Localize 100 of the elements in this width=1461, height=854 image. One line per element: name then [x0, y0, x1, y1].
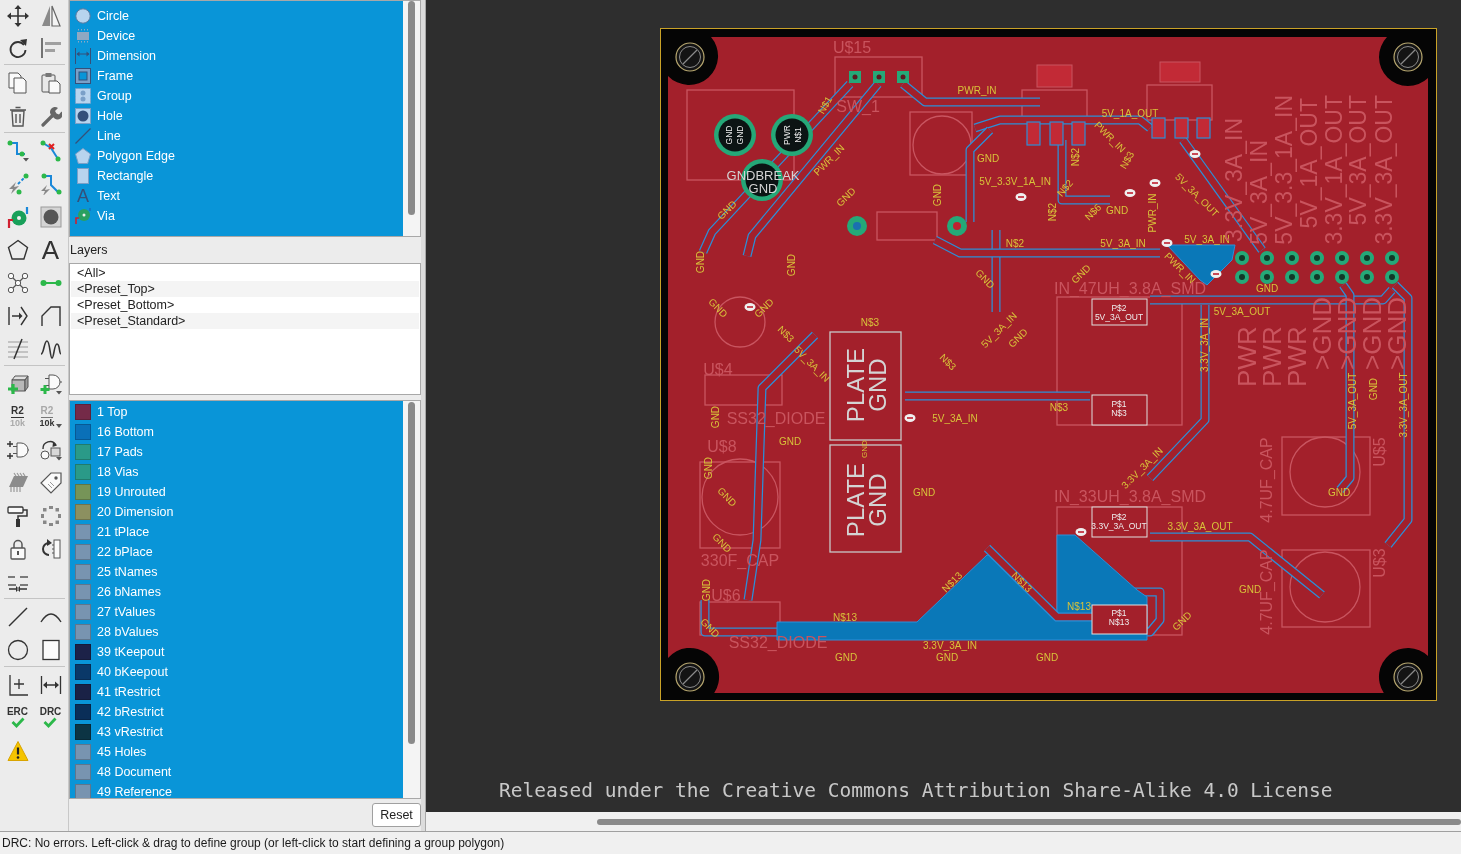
- axis-plus-icon[interactable]: [6, 673, 29, 696]
- net-label: GND: [1255, 282, 1279, 294]
- net-label: N$3: [1049, 401, 1069, 413]
- net-label: 5V_3.3V_1A_IN: [979, 175, 1051, 187]
- double-arrow-icon[interactable]: [39, 673, 62, 696]
- net-label: GND: [976, 152, 1000, 164]
- hole-icon[interactable]: [39, 205, 62, 228]
- panel-title: Layers: [69, 241, 108, 259]
- net-label: GND: [935, 651, 959, 663]
- status-message: DRC: No errors. Left-click & drag to define group (or left-click to start defining a group polygon): [2, 835, 505, 852]
- dimension-icon: [75, 48, 91, 64]
- circle-icon: [75, 8, 91, 24]
- node-network-icon[interactable]: [6, 271, 29, 294]
- net-label: N$2: [1046, 202, 1058, 222]
- pad: [1196, 117, 1211, 139]
- net-label: 5V_3A_OUT: [1213, 305, 1271, 317]
- four-way-arrow-icon[interactable]: [6, 5, 29, 27]
- caret-icon: [55, 423, 62, 428]
- paste-icon[interactable]: [39, 71, 62, 94]
- pad: [847, 216, 867, 236]
- warning-icon[interactable]: [6, 739, 29, 762]
- net-label: N$3: [775, 323, 797, 345]
- pad: [771, 114, 813, 156]
- license-text: Released under the Creative Commons Attribution Share-Alike 4.0 License: [499, 778, 1333, 804]
- net-label: GND: [1327, 486, 1351, 498]
- net-label: PWR_IN: [1146, 193, 1158, 233]
- pad-label: N$1: [793, 127, 803, 143]
- pad: [1260, 270, 1274, 284]
- net-label: N$2: [1054, 177, 1076, 199]
- pad: [1026, 121, 1041, 146]
- replace-icon[interactable]: [39, 438, 62, 461]
- net-label: GND: [1035, 651, 1059, 663]
- tag-icon[interactable]: [39, 471, 62, 494]
- part-label: 5V_3A_IN: [1246, 140, 1272, 245]
- rectangle-icon[interactable]: [39, 638, 62, 661]
- net-label: N$3: [937, 351, 959, 373]
- mirror-icon[interactable]: [39, 5, 62, 27]
- net-label: GND: [834, 651, 858, 663]
- pad: [1360, 251, 1374, 265]
- via-icon[interactable]: [6, 205, 29, 228]
- net-label: GND: [694, 250, 706, 274]
- wave-icon[interactable]: [39, 337, 62, 360]
- pad-label: N$13: [1108, 617, 1130, 627]
- value-tool-button[interactable]: R2 10k: [39, 405, 62, 428]
- chip-icon: [75, 28, 91, 44]
- check-icon: [10, 717, 25, 728]
- pentagon-icon[interactable]: [6, 238, 29, 261]
- mounting-hole-icon: [1393, 42, 1423, 72]
- wire-cross-icon[interactable]: [39, 139, 62, 162]
- dotted-ring-icon[interactable]: [39, 504, 62, 527]
- net-label: GND: [1238, 583, 1262, 595]
- preset-item[interactable]: <Preset_Top>: [71, 281, 419, 297]
- scrollbar-thumb[interactable]: [408, 1, 415, 215]
- net-label: 3.3V_3A_IN: [1198, 318, 1210, 372]
- erc-button[interactable]: ERC: [6, 707, 29, 728]
- slashed-lines-icon[interactable]: [6, 337, 29, 360]
- component-outline: [876, 211, 938, 241]
- component-body: [1159, 61, 1201, 83]
- bracket-arrow-icon[interactable]: [6, 304, 29, 327]
- package-plus-icon[interactable]: [6, 372, 29, 395]
- pad-label: GND: [735, 125, 745, 145]
- pad: [1335, 251, 1349, 265]
- scrollbar-thumb[interactable]: [408, 402, 415, 744]
- swap-icon[interactable]: [39, 537, 62, 560]
- pad: [1310, 270, 1324, 284]
- line-icon: [75, 128, 91, 144]
- circle-icon[interactable]: [6, 638, 29, 661]
- chip-icon[interactable]: [6, 471, 29, 494]
- line-icon[interactable]: [6, 605, 29, 628]
- component-outline: [1289, 436, 1361, 508]
- wrench-icon[interactable]: [39, 104, 62, 127]
- silkscreen-label: GNDBREAK: [726, 167, 800, 183]
- text-tool-button[interactable]: A: [41, 239, 60, 260]
- pad: [1049, 121, 1064, 146]
- pad-label: P$1: [1111, 608, 1127, 618]
- net-label: 5V_3A_IN: [1100, 237, 1146, 249]
- pad: [1310, 251, 1324, 265]
- pad-label: 3.3V_3A_OUT: [1091, 521, 1147, 531]
- via-icon: [1124, 189, 1136, 197]
- net-label: N$6: [1082, 201, 1104, 223]
- via-icon: [1210, 270, 1222, 278]
- drc-button[interactable]: DRC: [39, 707, 62, 728]
- group-icon: [75, 88, 91, 104]
- name-tool-button[interactable]: R2 10k: [10, 405, 25, 428]
- route-wire-icon[interactable]: [6, 139, 29, 162]
- via-icon: [744, 303, 756, 311]
- scrollbar-thumb[interactable]: [597, 818, 1461, 825]
- gate-plus-icon[interactable]: [39, 372, 62, 395]
- plus-gate-icon[interactable]: [6, 438, 29, 461]
- copy-icon[interactable]: [6, 71, 29, 94]
- chamfer-icon[interactable]: [39, 304, 62, 327]
- lightning-corner-wire-icon[interactable]: [39, 172, 62, 195]
- pad: [1335, 270, 1349, 284]
- preset-item[interactable]: <Preset_Standard>: [71, 313, 419, 329]
- paint-roller-icon[interactable]: [6, 504, 29, 527]
- pad-label: P$2: [1111, 512, 1127, 522]
- reset-button[interactable]: Reset: [372, 803, 421, 827]
- align-icon[interactable]: [39, 37, 62, 59]
- silkscreen-label: GND: [748, 180, 778, 196]
- net-label: N$2: [1069, 147, 1081, 167]
